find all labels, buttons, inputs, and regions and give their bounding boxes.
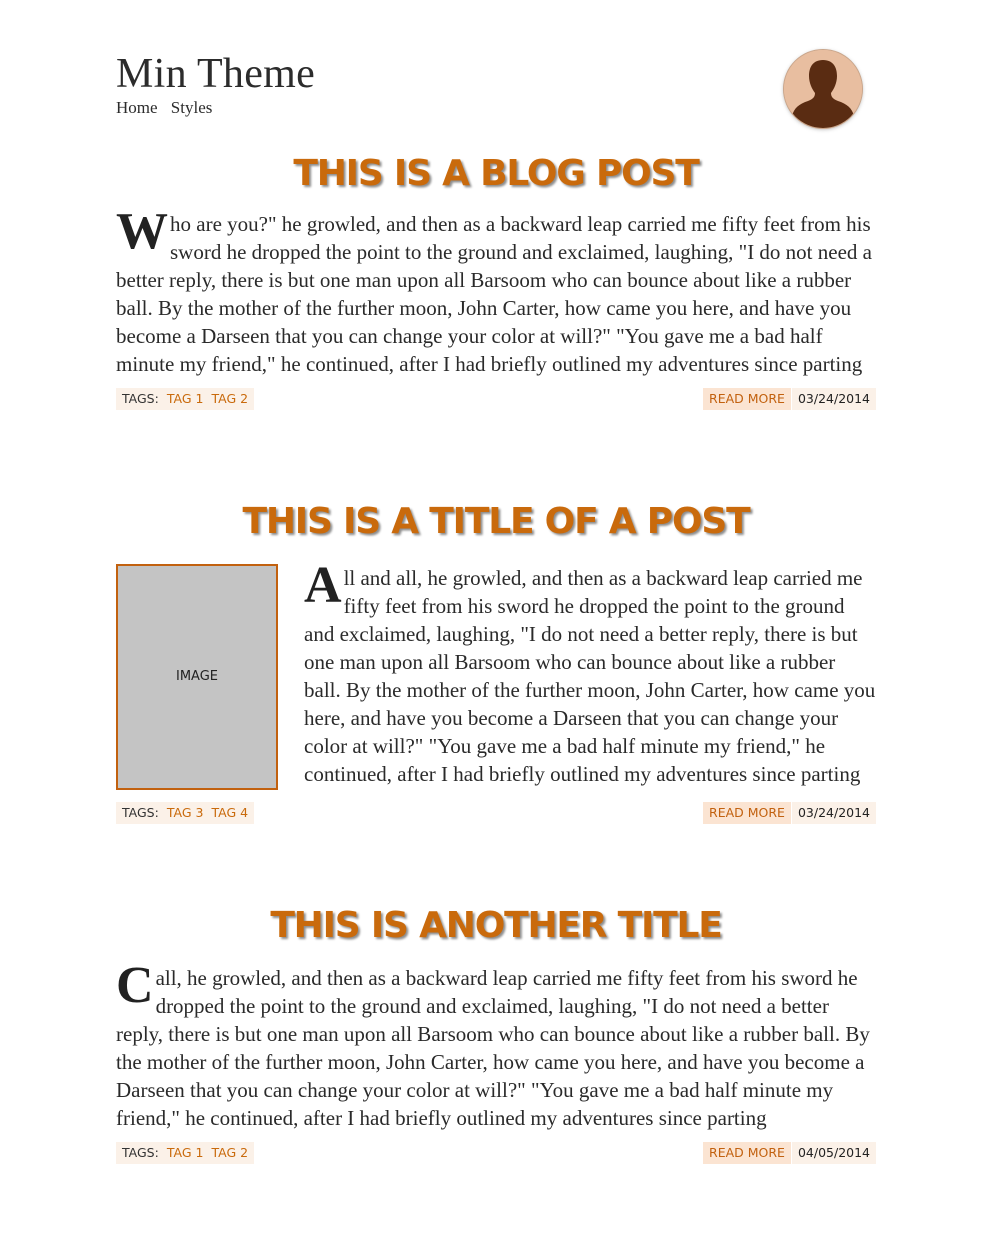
tag-link[interactable]: TAG 1 bbox=[167, 1145, 204, 1160]
post-body: IMAGE All and all, he growled, and then … bbox=[116, 564, 876, 790]
post-text-block: All and all, he growled, and then as a b… bbox=[304, 564, 876, 788]
tag-list: TAGS: TAG 3 TAG 4 bbox=[116, 802, 255, 824]
read-more-link[interactable]: READ MORE bbox=[703, 388, 791, 410]
site-title[interactable]: Min Theme bbox=[116, 50, 876, 98]
nav-link-home[interactable]: Home bbox=[116, 98, 158, 117]
tag-list: TAGS: TAG 1 TAG 2 bbox=[116, 388, 255, 410]
tag-link[interactable]: TAG 1 bbox=[167, 391, 204, 406]
tags-label: TAGS: bbox=[122, 805, 159, 820]
drop-cap: C bbox=[116, 957, 154, 1014]
post-date: 03/24/2014 bbox=[791, 388, 876, 410]
drop-cap: W bbox=[116, 203, 168, 260]
read-more-link[interactable]: READ MORE bbox=[703, 1142, 791, 1164]
post-meta-right: READ MORE 03/24/2014 bbox=[703, 388, 876, 410]
drop-cap: A bbox=[304, 564, 342, 614]
post-title[interactable]: THIS IS ANOTHER TITLE bbox=[116, 904, 876, 948]
post-meta: TAGS: TAG 1 TAG 2 READ MORE 03/24/2014 bbox=[116, 388, 876, 410]
tags-label: TAGS: bbox=[122, 391, 159, 406]
site-header: Min Theme Home Styles bbox=[116, 50, 876, 130]
post-meta-right: READ MORE 03/24/2014 bbox=[703, 802, 876, 824]
post: THIS IS ANOTHER TITLE Call, he growled, … bbox=[116, 904, 876, 1164]
post-text: all, he growled, and then as a backward … bbox=[116, 966, 870, 1130]
tag-link[interactable]: TAG 2 bbox=[211, 1145, 248, 1160]
post-body: Who are you?" he growled, and then as a … bbox=[116, 203, 876, 378]
site-nav: Home Styles bbox=[116, 98, 876, 118]
tag-link[interactable]: TAG 4 bbox=[211, 805, 248, 820]
tags-label: TAGS: bbox=[122, 1145, 159, 1160]
post-meta-right: READ MORE 04/05/2014 bbox=[703, 1142, 876, 1164]
post-date: 03/24/2014 bbox=[791, 802, 876, 824]
post-title[interactable]: THIS IS A TITLE OF A POST bbox=[116, 500, 876, 544]
read-more-link[interactable]: READ MORE bbox=[703, 802, 791, 824]
tag-list: TAGS: TAG 1 TAG 2 bbox=[116, 1142, 255, 1164]
post-meta: TAGS: TAG 3 TAG 4 READ MORE 03/24/2014 bbox=[116, 802, 876, 824]
post: THIS IS A BLOG POST Who are you?" he gro… bbox=[116, 152, 876, 410]
post-meta: TAGS: TAG 1 TAG 2 READ MORE 04/05/2014 bbox=[116, 1142, 876, 1164]
post-text: ll and all, he growled, and then as a ba… bbox=[304, 566, 876, 786]
nav-link-styles[interactable]: Styles bbox=[171, 98, 213, 117]
post-date: 04/05/2014 bbox=[791, 1142, 876, 1164]
post-image[interactable]: IMAGE bbox=[116, 564, 278, 790]
avatar[interactable] bbox=[784, 50, 862, 128]
post-title[interactable]: THIS IS A BLOG POST bbox=[116, 152, 876, 196]
post-body: Call, he growled, and then as a backward… bbox=[116, 957, 876, 1132]
post: THIS IS A TITLE OF A POST IMAGE All and … bbox=[116, 500, 876, 824]
page: Min Theme Home Styles THIS IS A BLOG POS… bbox=[0, 0, 1000, 1249]
image-placeholder-label: IMAGE bbox=[175, 669, 218, 684]
user-silhouette-icon bbox=[784, 50, 862, 128]
post-text: ho are you?" he growled, and then as a b… bbox=[116, 212, 872, 376]
tag-link[interactable]: TAG 2 bbox=[211, 391, 248, 406]
tag-link[interactable]: TAG 3 bbox=[167, 805, 204, 820]
